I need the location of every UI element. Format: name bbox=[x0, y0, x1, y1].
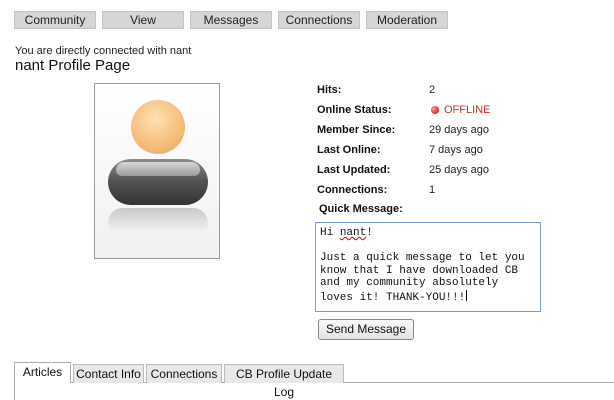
offline-status-icon bbox=[431, 106, 439, 114]
connections-label: Connections: bbox=[317, 184, 388, 196]
greeting-name: nant bbox=[339, 227, 367, 239]
hits-value: 2 bbox=[429, 84, 436, 96]
avatar-body bbox=[108, 159, 208, 205]
menu-community[interactable]: Community bbox=[14, 11, 96, 29]
default-user-avatar-icon bbox=[94, 83, 220, 259]
message-line-2: know that I have downloaded CB bbox=[320, 264, 519, 277]
last-updated-label: Last Updated: bbox=[317, 164, 391, 176]
online-status-label: Online Status: bbox=[317, 104, 392, 116]
avatar-reflection bbox=[108, 208, 208, 238]
tab-contact-info[interactable]: Contact Info bbox=[73, 364, 144, 383]
member-since-value: 29 days ago bbox=[429, 124, 489, 136]
member-since-label: Member Since: bbox=[317, 124, 396, 136]
last-updated-value: 25 days ago bbox=[429, 164, 489, 176]
tab-connections[interactable]: Connections bbox=[146, 364, 222, 383]
profile-page: Community View Messages Connections Mode… bbox=[0, 0, 614, 400]
greeting-prefix: Hi bbox=[320, 227, 340, 239]
quick-message-label: Quick Message: bbox=[319, 203, 403, 215]
send-message-button[interactable]: Send Message bbox=[318, 319, 414, 340]
message-line-1: Just a quick message to let you bbox=[320, 252, 525, 265]
tab-cb-profile-update-log[interactable]: CB Profile Update Log bbox=[224, 364, 344, 399]
avatar-head bbox=[131, 100, 185, 154]
text-caret bbox=[466, 289, 468, 301]
message-line-3: and my community absolutely bbox=[320, 277, 499, 290]
online-status: OFFLINE bbox=[431, 104, 490, 116]
last-online-label: Last Online: bbox=[317, 144, 381, 156]
quick-message-textarea[interactable]: Hi nant! Just a quick message to let you… bbox=[315, 222, 541, 312]
online-status-value: OFFLINE bbox=[444, 104, 491, 116]
greeting-suffix: ! bbox=[366, 227, 373, 239]
menu-connections[interactable]: Connections bbox=[278, 11, 360, 29]
page-title: nant Profile Page bbox=[15, 57, 131, 74]
last-online-value: 7 days ago bbox=[429, 144, 483, 156]
hits-label: Hits: bbox=[317, 84, 342, 96]
menu-moderation[interactable]: Moderation bbox=[366, 11, 448, 29]
message-line-4: loves it! THANK-YOU!!! bbox=[320, 291, 466, 304]
menu-view[interactable]: View bbox=[102, 11, 184, 29]
connection-note: You are directly connected with nant bbox=[15, 45, 192, 57]
tab-articles[interactable]: Articles bbox=[14, 362, 71, 383]
menu-messages[interactable]: Messages bbox=[190, 11, 272, 29]
tab-panel bbox=[14, 382, 614, 400]
connections-value: 1 bbox=[429, 184, 436, 196]
